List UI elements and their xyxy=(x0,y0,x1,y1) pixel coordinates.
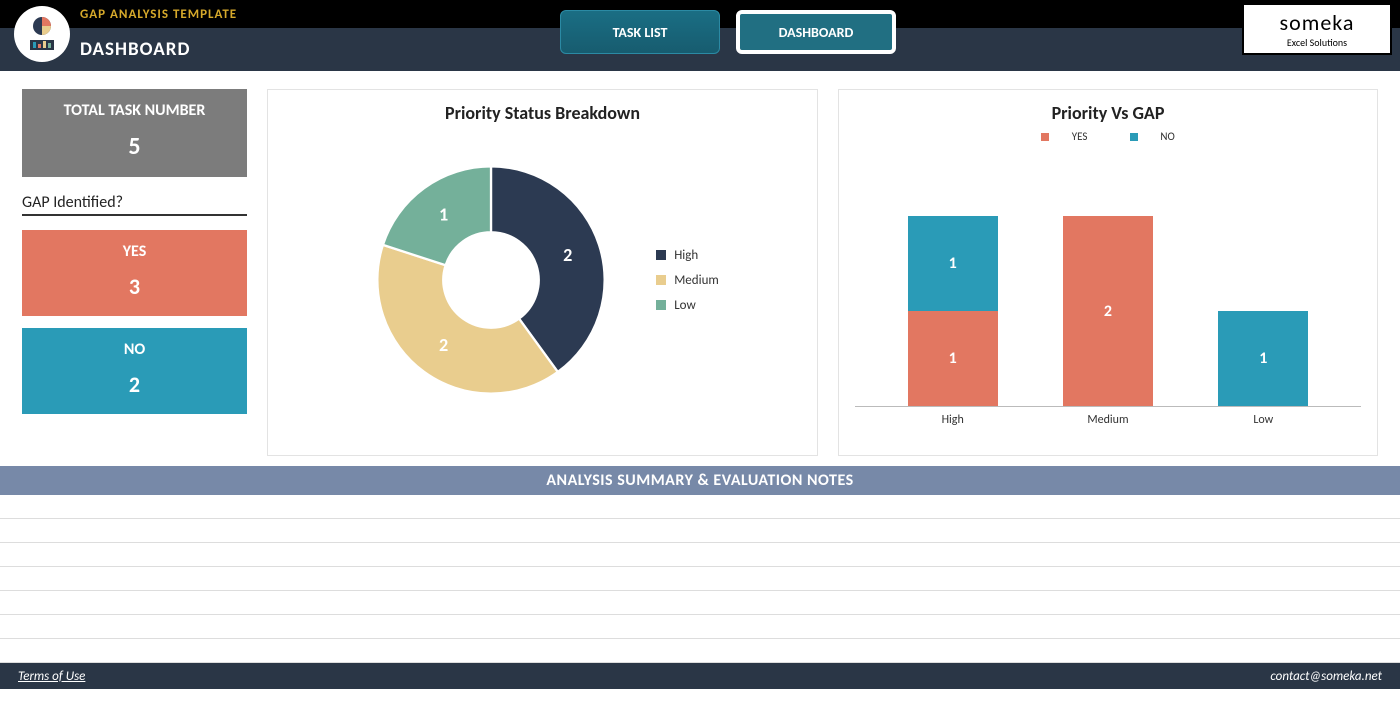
notes-row[interactable] xyxy=(0,639,1400,663)
notes-row[interactable] xyxy=(0,591,1400,615)
contact-text: contact@someka.net xyxy=(1270,669,1382,684)
notes-rows[interactable] xyxy=(0,495,1400,663)
bar-category-label: Low xyxy=(1208,413,1318,427)
notes-row[interactable] xyxy=(0,543,1400,567)
notes-row[interactable] xyxy=(0,567,1400,591)
legend-label-low: Low xyxy=(674,298,696,313)
donut-value: 1 xyxy=(439,203,448,225)
donut-value: 2 xyxy=(563,244,572,266)
total-task-card: TOTAL TASK NUMBER 5 xyxy=(22,89,247,177)
bar-segment: 1 xyxy=(908,216,998,311)
notes-row[interactable] xyxy=(0,495,1400,519)
brand-subtitle: Excel Solutions xyxy=(1287,36,1347,49)
priority-vs-gap-title: Priority Vs GAP xyxy=(855,102,1361,124)
nav-dashboard-button[interactable]: DASHBOARD xyxy=(736,10,896,54)
legend-swatch-high xyxy=(656,250,666,260)
bar-legend-no: NO xyxy=(1160,130,1174,143)
bar-category-label: High xyxy=(898,413,1008,427)
brand-logo: someka Excel Solutions xyxy=(1242,3,1392,55)
bar-legend-swatch-no xyxy=(1130,133,1138,141)
app-logo xyxy=(14,6,70,62)
bar-segment: 1 xyxy=(1218,311,1308,406)
donut-slice xyxy=(383,166,491,265)
notes-row[interactable] xyxy=(0,519,1400,543)
legend-swatch-low xyxy=(656,300,666,310)
bar-legend: YES NO xyxy=(855,130,1361,143)
notes-row[interactable] xyxy=(0,615,1400,639)
legend-label-high: High xyxy=(674,248,698,263)
bar-category-label: Medium xyxy=(1053,413,1163,427)
gap-yes-card: YES 3 xyxy=(22,230,247,316)
bar-legend-swatch-yes xyxy=(1041,133,1049,141)
gap-no-card: NO 2 xyxy=(22,328,247,414)
total-task-label: TOTAL TASK NUMBER xyxy=(26,101,243,120)
priority-breakdown-title: Priority Status Breakdown xyxy=(284,102,801,124)
bar-segment: 1 xyxy=(908,311,998,406)
notes-header: ANALYSIS SUMMARY & EVALUATION NOTES xyxy=(0,466,1400,495)
gap-yes-label: YES xyxy=(26,242,243,261)
gap-no-value: 2 xyxy=(26,371,243,398)
gap-no-label: NO xyxy=(26,340,243,359)
donut-value: 2 xyxy=(439,334,448,356)
template-title: GAP ANALYSIS TEMPLATE xyxy=(80,7,237,22)
bar-chart: 1121 xyxy=(855,147,1361,407)
donut-legend: High Medium Low xyxy=(656,238,719,323)
brand-name: someka xyxy=(1280,9,1355,36)
priority-vs-gap-panel: Priority Vs GAP YES NO 1121 HighMediumLo… xyxy=(838,89,1378,456)
nav-task-list-button[interactable]: TASK LIST xyxy=(560,10,720,54)
terms-link[interactable]: Terms of Use xyxy=(18,669,85,684)
gap-identified-label: GAP Identified? xyxy=(22,193,247,216)
legend-swatch-medium xyxy=(656,275,666,285)
total-task-value: 5 xyxy=(26,132,243,161)
gap-yes-value: 3 xyxy=(26,273,243,300)
donut-chart: 2 2 1 xyxy=(366,155,616,405)
chart-pie-icon xyxy=(22,14,62,54)
page-title: DASHBOARD xyxy=(80,38,190,61)
bar-legend-yes: YES xyxy=(1072,130,1088,143)
priority-breakdown-panel: Priority Status Breakdown 2 2 1 High Mediu… xyxy=(267,89,818,456)
bar-segment: 2 xyxy=(1063,216,1153,406)
legend-label-medium: Medium xyxy=(674,273,719,288)
